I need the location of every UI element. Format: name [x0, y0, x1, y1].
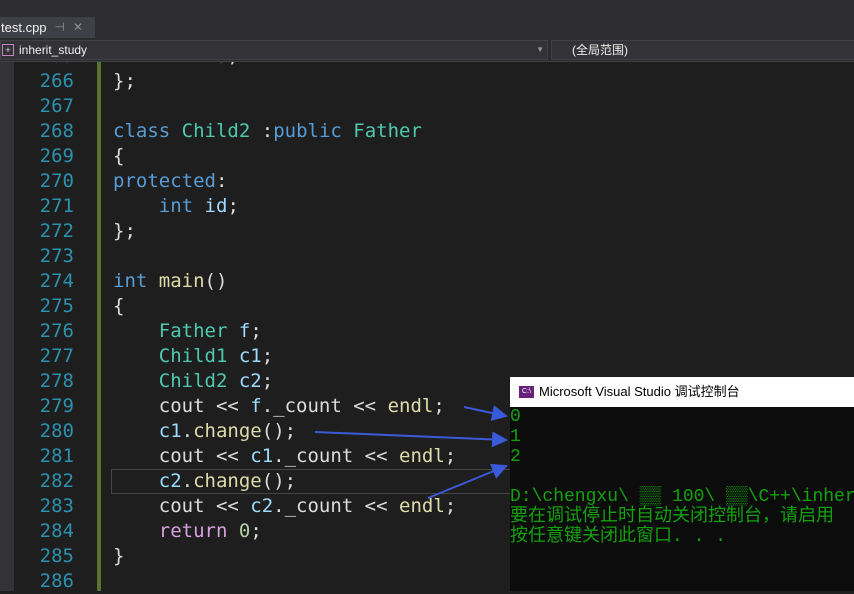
arrow-1 [314, 431, 508, 448]
arrow-0 [463, 405, 508, 421]
arrow-2 [427, 463, 508, 499]
annotation-arrows [314, 405, 508, 499]
